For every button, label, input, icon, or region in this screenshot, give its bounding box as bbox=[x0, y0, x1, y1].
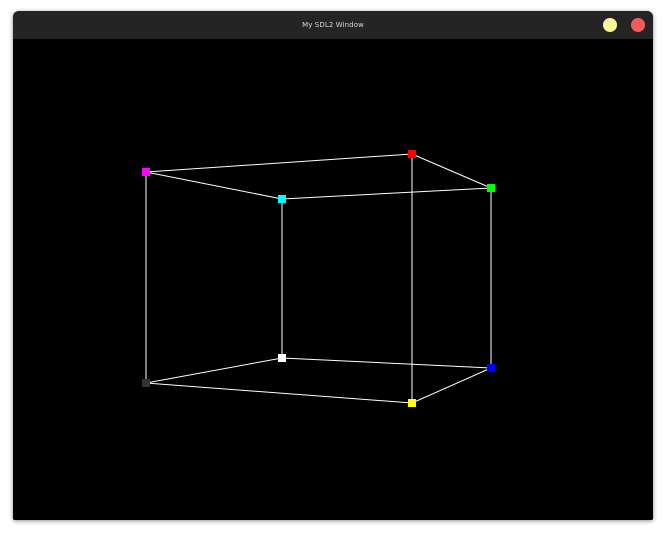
vertex-blue bbox=[487, 364, 495, 372]
cube-edge bbox=[411, 367, 492, 404]
sdl-window: My SDL2 Window bbox=[13, 11, 653, 520]
render-canvas[interactable] bbox=[13, 39, 653, 520]
cube-edge bbox=[281, 357, 492, 369]
cube-wireframe bbox=[142, 150, 495, 407]
minimize-dot-icon[interactable] bbox=[603, 18, 617, 32]
vertex-yellow bbox=[408, 399, 416, 407]
cube-edge bbox=[145, 357, 283, 384]
cube-edge bbox=[281, 187, 492, 200]
cube-edge bbox=[145, 382, 413, 404]
vertex-red bbox=[408, 150, 416, 158]
cube-edge bbox=[145, 171, 283, 200]
title-bar[interactable]: My SDL2 Window bbox=[13, 11, 653, 39]
vertex-gray bbox=[142, 379, 150, 387]
window-title: My SDL2 Window bbox=[302, 21, 364, 29]
vertex-magenta bbox=[142, 168, 150, 176]
vertex-green bbox=[487, 184, 495, 192]
vertex-cyan bbox=[278, 195, 286, 203]
cube-edge bbox=[411, 153, 492, 189]
cube-edge bbox=[145, 153, 413, 173]
vertex-white bbox=[278, 354, 286, 362]
close-dot-icon[interactable] bbox=[631, 18, 645, 32]
